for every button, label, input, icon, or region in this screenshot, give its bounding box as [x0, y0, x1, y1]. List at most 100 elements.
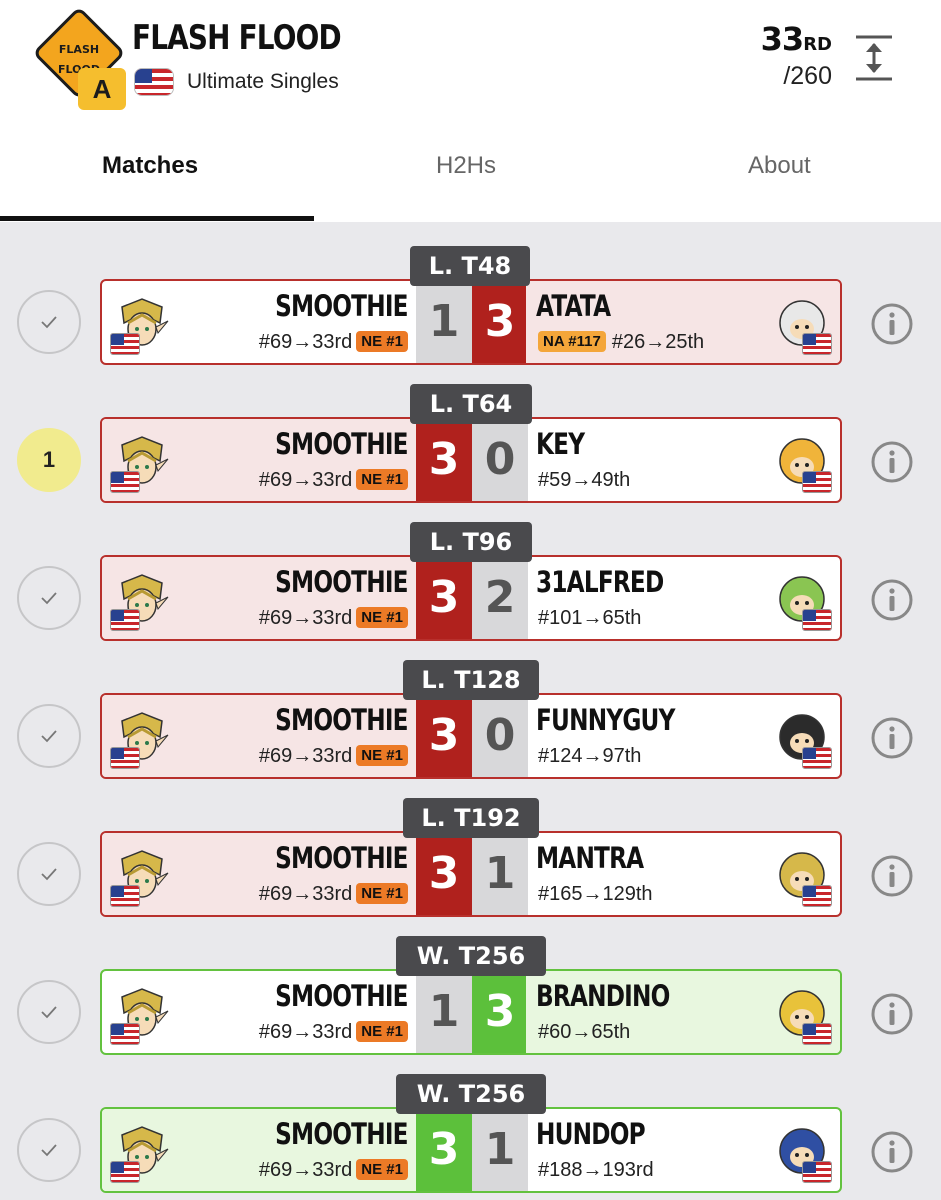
score-right: 1 [472, 1109, 528, 1191]
player-name: SMOOTHIE [275, 289, 408, 323]
us-flag-icon [802, 609, 832, 631]
player-left: SMOOTHIE #69→33rd NE #1 [102, 419, 416, 501]
checkmark-icon[interactable] [17, 566, 81, 630]
info-icon[interactable] [870, 578, 914, 622]
round-label: L. T128 [403, 660, 539, 700]
tab-matches[interactable]: Matches [102, 152, 198, 180]
player-left: SMOOTHIE #69→33rd NE #1 [102, 557, 416, 639]
us-flag-icon [802, 747, 832, 769]
player-right: 31ALFRED #101→65th [526, 557, 840, 639]
match-number: 1 [42, 447, 56, 472]
seed-line: #69→33rd NE #1 [259, 883, 408, 906]
seed-line: #60→65th [538, 1021, 630, 1044]
player-left: SMOOTHIE #69→33rd NE #1 [102, 971, 416, 1053]
match-number-badge[interactable]: 1 [17, 428, 81, 492]
seed-line: #101→65th [538, 607, 641, 630]
expand-collapse-icon[interactable] [854, 34, 894, 82]
info-icon[interactable] [870, 716, 914, 760]
match-card[interactable]: SMOOTHIE #69→33rd NE #1 3 2 31ALFRED #101… [100, 555, 842, 641]
region-rank-tag: NE #1 [356, 1021, 408, 1042]
round-label: W. T256 [396, 1074, 546, 1114]
round-label: W. T256 [396, 936, 546, 976]
seed-line: #69→33rd NE #1 [259, 469, 408, 492]
score-right: 0 [472, 419, 528, 501]
checkmark-icon[interactable] [17, 980, 81, 1044]
round-label: L. T48 [410, 246, 530, 286]
player-left: SMOOTHIE #69→33rd NE #1 [102, 281, 416, 363]
seed-line: #165→129th [538, 883, 653, 906]
match-card[interactable]: SMOOTHIE #69→33rd NE #1 3 1 HUNDOP #188→1… [100, 1107, 842, 1193]
placement-value: 33 [760, 20, 805, 58]
round-label: L. T96 [410, 522, 532, 562]
seed-placement: #188→193rd [538, 1159, 654, 1181]
player-right: MANTRA #165→129th [526, 833, 840, 915]
info-icon[interactable] [870, 854, 914, 898]
us-flag-icon [134, 68, 174, 96]
score-left: 1 [416, 971, 472, 1053]
player-name: HUNDOP [536, 1117, 646, 1151]
match-card[interactable]: SMOOTHIE #69→33rd NE #1 1 3 ATATA NA #117… [100, 279, 842, 365]
player-name: SMOOTHIE [275, 1117, 408, 1151]
us-flag-icon [110, 471, 140, 493]
checkmark-icon[interactable] [17, 704, 81, 768]
seed-line: #69→33rd NE #1 [259, 1159, 408, 1182]
region-rank-tag: NA #117 [538, 331, 606, 352]
seed-line: #69→33rd NE #1 [259, 331, 408, 354]
seed-placement: #69→33rd [258, 469, 353, 491]
seed-placement: #69→33rd [258, 1021, 353, 1043]
player-right: FUNNYGUY #124→97th [526, 695, 840, 777]
match-row[interactable]: SMOOTHIE #69→33rd NE #1 3 0 FUNNYGUY #124… [0, 660, 941, 779]
placement: 33RD /260 [760, 20, 832, 91]
score-left: 1 [416, 281, 472, 363]
match-row[interactable]: SMOOTHIE #69→33rd NE #1 1 3 BRANDINO #60→… [0, 936, 941, 1055]
player-name: SMOOTHIE [275, 427, 408, 461]
score-right: 1 [472, 833, 528, 915]
match-card[interactable]: SMOOTHIE #69→33rd NE #1 3 0 KEY #59→49th [100, 417, 842, 503]
match-row[interactable]: SMOOTHIE #69→33rd NE #1 3 2 31ALFRED #101… [0, 522, 941, 641]
tab-bar: Matches H2Hs About [0, 140, 941, 222]
active-tab-indicator [0, 216, 314, 221]
entrant-total: /260 [783, 62, 832, 90]
event-name: FLASH FLOOD [132, 18, 342, 58]
tab-about[interactable]: About [748, 152, 811, 180]
match-row[interactable]: SMOOTHIE #69→33rd NE #1 3 1 HUNDOP #188→1… [0, 1074, 941, 1193]
info-icon[interactable] [870, 1130, 914, 1174]
player-right: ATATA NA #117 #26→25th [526, 281, 840, 363]
match-row[interactable]: SMOOTHIE #69→33rd NE #1 3 1 MANTRA #165→1… [0, 798, 941, 917]
round-label: L. T64 [410, 384, 532, 424]
player-name: MANTRA [536, 841, 644, 875]
match-card[interactable]: SMOOTHIE #69→33rd NE #1 3 0 FUNNYGUY #124… [100, 693, 842, 779]
player-left: SMOOTHIE #69→33rd NE #1 [102, 1109, 416, 1191]
match-row[interactable]: 1 SMOOTHIE #69→33rd NE #1 3 0 KEY #59→49t… [0, 384, 941, 503]
us-flag-icon [802, 1023, 832, 1045]
score-right: 2 [472, 557, 528, 639]
checkmark-icon[interactable] [17, 842, 81, 906]
us-flag-icon [110, 1161, 140, 1183]
info-icon[interactable] [870, 302, 914, 346]
seed-placement: #165→129th [538, 883, 653, 905]
match-card[interactable]: SMOOTHIE #69→33rd NE #1 1 3 BRANDINO #60→… [100, 969, 842, 1055]
score-left: 3 [416, 419, 472, 501]
tab-h2hs[interactable]: H2Hs [436, 152, 496, 180]
player-name: SMOOTHIE [275, 703, 408, 737]
match-row[interactable]: SMOOTHIE #69→33rd NE #1 1 3 ATATA NA #117… [0, 246, 941, 365]
tier-badge: A [78, 68, 126, 110]
round-label: L. T192 [403, 798, 539, 838]
player-name: SMOOTHIE [275, 565, 408, 599]
match-card[interactable]: SMOOTHIE #69→33rd NE #1 3 1 MANTRA #165→1… [100, 831, 842, 917]
info-icon[interactable] [870, 440, 914, 484]
seed-line: #69→33rd NE #1 [259, 607, 408, 630]
seed-placement: #60→65th [538, 1021, 631, 1043]
seed-placement: #69→33rd [258, 883, 353, 905]
us-flag-icon [802, 885, 832, 907]
seed-line: #59→49th [538, 469, 630, 492]
checkmark-icon[interactable] [17, 290, 81, 354]
checkmark-icon[interactable] [17, 1118, 81, 1182]
us-flag-icon [110, 609, 140, 631]
player-name: ATATA [536, 289, 611, 323]
us-flag-icon [110, 747, 140, 769]
info-icon[interactable] [870, 992, 914, 1036]
score-right: 0 [472, 695, 528, 777]
score-left: 3 [416, 1109, 472, 1191]
us-flag-icon [110, 885, 140, 907]
